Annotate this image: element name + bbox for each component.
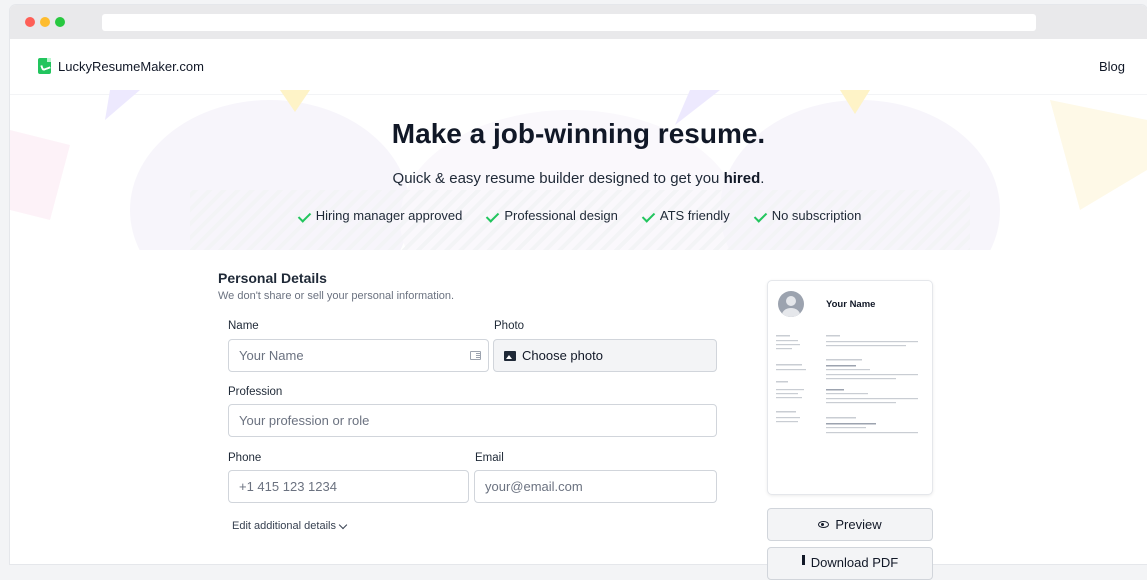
feature-label: ATS friendly: [659, 208, 730, 223]
minimize-window-button[interactable]: [40, 17, 50, 27]
download-button-label: Download PDF: [810, 555, 899, 570]
address-bar[interactable]: [102, 14, 1036, 31]
preview-resume-body: [776, 335, 918, 434]
preview-button[interactable]: Preview: [767, 508, 933, 541]
profession-label: Profession: [228, 386, 283, 398]
close-window-button[interactable]: [25, 17, 35, 27]
contact-card-icon: [470, 351, 481, 360]
checkmark-icon: [296, 211, 311, 221]
brand-name: LuckyResumeMaker.com: [58, 58, 204, 74]
hero-title: Make a job-winning resume.: [391, 118, 766, 149]
edit-additional-details-toggle[interactable]: Edit additional details: [232, 520, 348, 532]
name-label: Name: [228, 320, 259, 332]
image-icon: [504, 350, 516, 361]
subtitle-end: .: [760, 170, 765, 187]
section-hint: We don't share or sell your personal inf…: [218, 290, 455, 302]
phone-input[interactable]: [228, 470, 469, 503]
feature-item: Professional design: [484, 208, 617, 223]
choose-photo-label: Choose photo: [522, 348, 603, 363]
feature-label: Hiring manager approved: [315, 208, 463, 223]
personal-details-form: Personal Details We don't share or sell …: [218, 270, 717, 560]
checkmark-icon: [640, 211, 655, 221]
feature-label: No subscription: [771, 208, 862, 223]
name-input[interactable]: [228, 339, 489, 372]
edit-more-label: Edit additional details: [232, 520, 336, 532]
phone-label: Phone: [228, 452, 262, 464]
feature-list: Hiring manager approved Professional des…: [10, 208, 1147, 223]
eye-icon: [818, 521, 830, 528]
subtitle-emphasis: hired: [723, 170, 761, 187]
maximize-window-button[interactable]: [55, 17, 65, 27]
feature-item: Hiring manager approved: [296, 208, 463, 223]
hero-section: Make a job-winning resume. Quick & easy …: [10, 90, 1147, 250]
checkmark-icon: [484, 211, 499, 221]
email-input[interactable]: [474, 470, 717, 503]
email-label: Email: [475, 452, 504, 464]
preview-button-label: Preview: [835, 517, 882, 532]
logo-icon: [38, 58, 51, 74]
site-header: LuckyResumeMaker.com Blog: [10, 39, 1147, 95]
checkmark-icon: [752, 211, 767, 221]
resume-preview-thumbnail[interactable]: Your Name: [767, 280, 933, 495]
feature-label: Professional design: [504, 208, 618, 223]
brand-link[interactable]: LuckyResumeMaker.com: [38, 58, 204, 74]
profession-input[interactable]: [228, 404, 717, 437]
photo-label: Photo: [494, 320, 525, 332]
hero-subtitle: Quick & easy resume builder designed to …: [10, 170, 1147, 187]
blog-link[interactable]: Blog: [1099, 59, 1125, 74]
section-title: Personal Details: [218, 270, 327, 286]
feature-item: ATS friendly: [640, 208, 730, 223]
choose-photo-button[interactable]: Choose photo: [493, 339, 717, 372]
chevron-down-icon: [338, 520, 348, 529]
browser-chrome: [10, 5, 1147, 39]
feature-item: No subscription: [752, 208, 862, 223]
subtitle-text: Quick & easy resume builder designed to …: [392, 170, 724, 187]
